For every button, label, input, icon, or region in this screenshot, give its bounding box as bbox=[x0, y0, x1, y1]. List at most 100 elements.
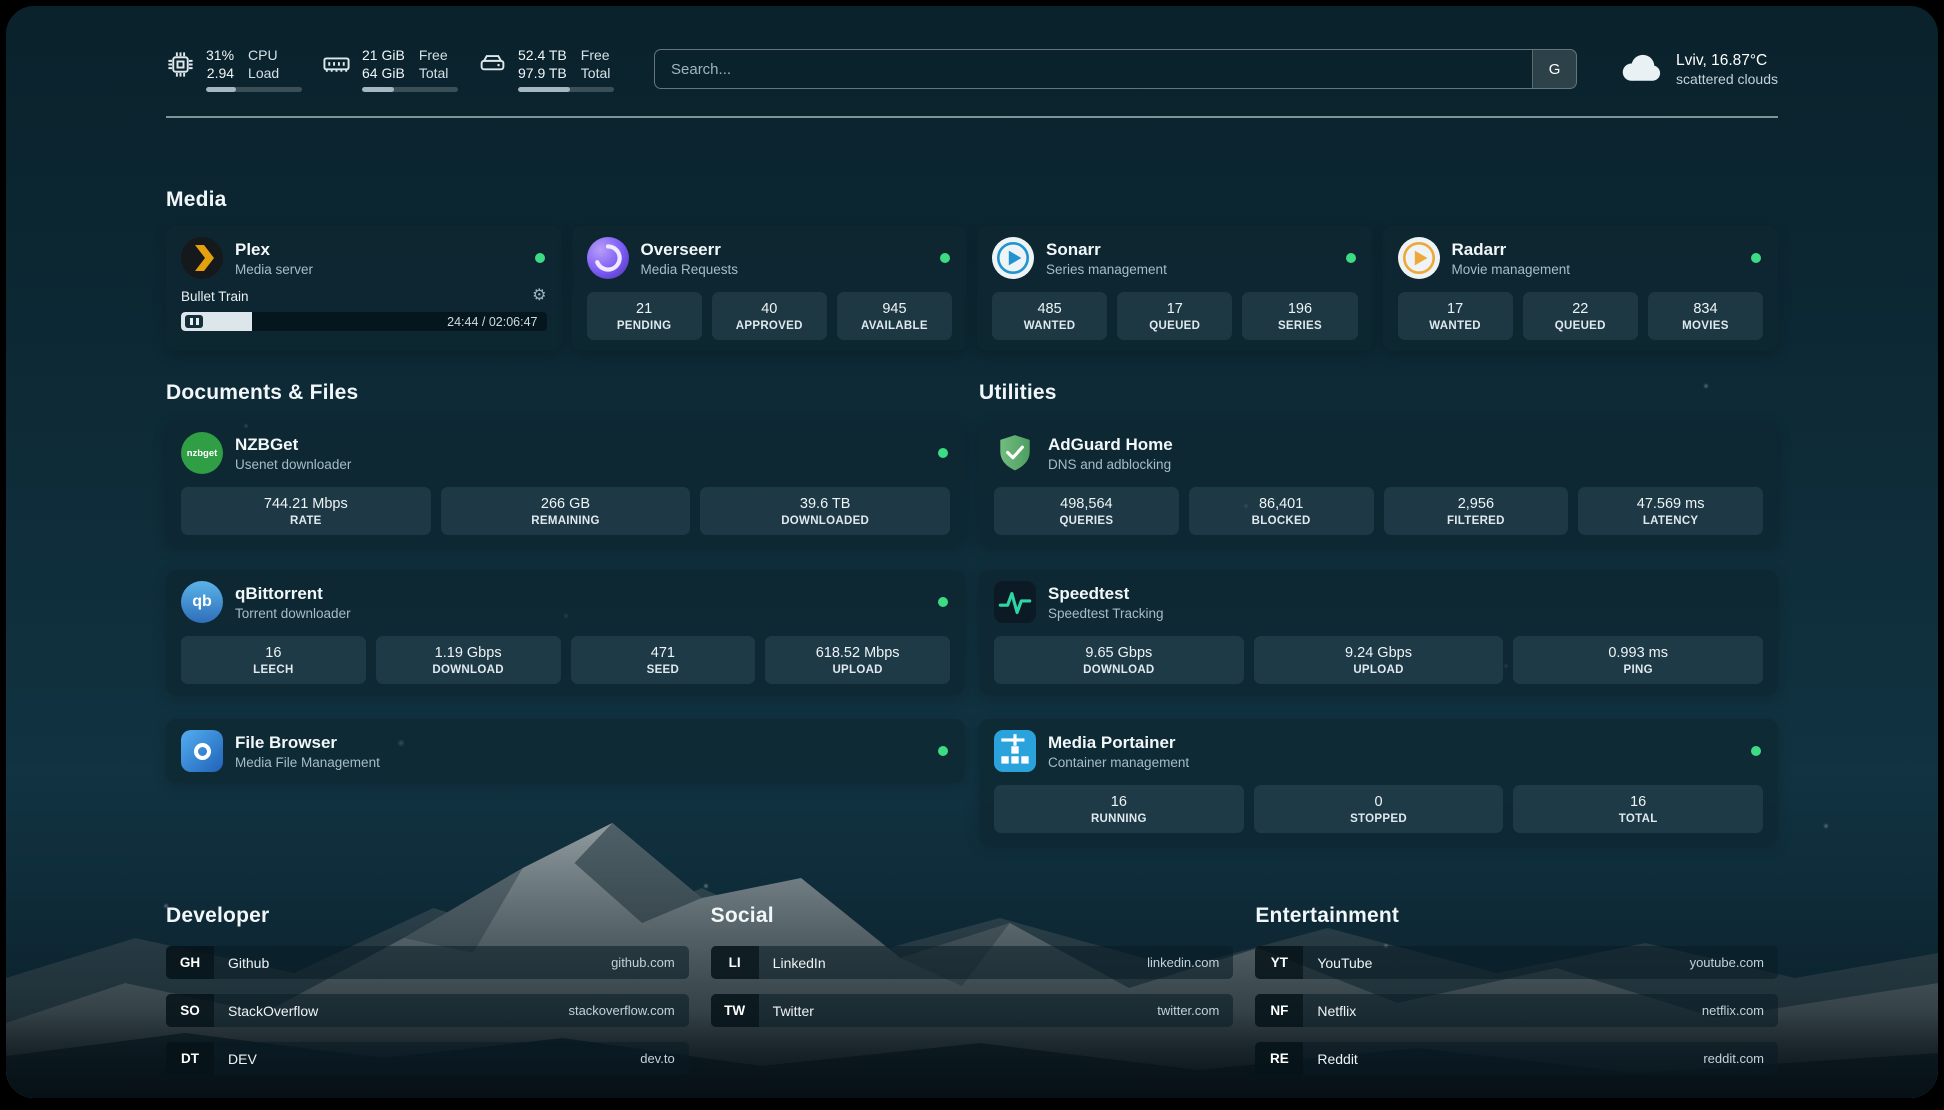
bookmark-abbr: NF bbox=[1255, 994, 1303, 1027]
stat-latency: 47.569 ms LATENCY bbox=[1578, 487, 1763, 535]
section-title-social: Social bbox=[711, 904, 1234, 928]
status-dot bbox=[535, 253, 545, 263]
stat-wanted: 17 WANTED bbox=[1398, 292, 1513, 340]
service-name: Plex bbox=[235, 240, 313, 260]
bookmark-domain: github.com bbox=[611, 955, 675, 970]
settings-gear-icon[interactable]: ⚙ bbox=[532, 288, 546, 304]
cpu-load-value: 2.94 bbox=[207, 64, 234, 82]
bookmark-linkedin[interactable]: LI LinkedIn linkedin.com bbox=[711, 946, 1234, 979]
stat-rate: 744.21 Mbps RATE bbox=[181, 487, 431, 535]
disk-progress-bar bbox=[518, 87, 614, 92]
speedtest-pulse-icon bbox=[994, 581, 1036, 623]
service-description: Media File Management bbox=[235, 755, 380, 770]
bookmark-stackoverflow[interactable]: SO StackOverflow stackoverflow.com bbox=[166, 994, 689, 1027]
stat-ping: 0.993 ms PING bbox=[1513, 636, 1763, 684]
cpu-percent: 31% bbox=[206, 46, 234, 64]
cpu-progress-bar bbox=[206, 87, 302, 92]
bookmark-abbr: SO bbox=[166, 994, 214, 1027]
service-card-sonarr[interactable]: Sonarr Series management 485 WANTED 17 Q… bbox=[977, 226, 1373, 351]
disk-monitor: 52.4 TB 97.9 TB Free Total bbox=[478, 46, 614, 92]
stat-movies: 834 MOVIES bbox=[1648, 292, 1763, 340]
dashboard-page: 31% 2.94 CPU Load bbox=[6, 6, 1938, 1098]
bookmark-domain: netflix.com bbox=[1702, 1003, 1764, 1018]
bookmark-abbr: TW bbox=[711, 994, 759, 1027]
service-name: AdGuard Home bbox=[1048, 435, 1173, 455]
service-name: Radarr bbox=[1452, 240, 1571, 260]
service-name: NZBGet bbox=[235, 435, 351, 455]
service-name: Overseerr bbox=[641, 240, 739, 260]
bookmark-name: LinkedIn bbox=[773, 955, 826, 971]
stat-downloaded: 39.6 TB DOWNLOADED bbox=[700, 487, 950, 535]
bookmark-name: Netflix bbox=[1317, 1003, 1356, 1019]
status-dot bbox=[938, 746, 948, 756]
weather-location: Lviv, 16.87°C bbox=[1676, 51, 1778, 71]
bookmark-name: Github bbox=[228, 955, 269, 971]
status-dot bbox=[938, 597, 948, 607]
system-monitors: 31% 2.94 CPU Load bbox=[166, 46, 614, 92]
stat-series: 196 SERIES bbox=[1242, 292, 1357, 340]
stat-seed: 471 SEED bbox=[571, 636, 756, 684]
memory-icon bbox=[322, 50, 351, 79]
service-name: Sonarr bbox=[1046, 240, 1167, 260]
bookmark-github[interactable]: GH Github github.com bbox=[166, 946, 689, 979]
service-card-nzbget[interactable]: nzbget NZBGet Usenet downloader 744.21 M… bbox=[166, 421, 965, 546]
nzbget-icon: nzbget bbox=[181, 432, 223, 474]
bookmark-domain: stackoverflow.com bbox=[568, 1003, 674, 1018]
radarr-icon bbox=[1398, 237, 1440, 279]
search-provider-button[interactable]: G bbox=[1532, 50, 1576, 88]
service-card-speedtest[interactable]: Speedtest Speedtest Tracking 9.65 Gbps D… bbox=[979, 570, 1778, 695]
bookmark-domain: reddit.com bbox=[1703, 1051, 1764, 1066]
stat-total: 16 TOTAL bbox=[1513, 785, 1763, 833]
search-input[interactable] bbox=[655, 50, 1532, 88]
bookmark-netflix[interactable]: NF Netflix netflix.com bbox=[1255, 994, 1778, 1027]
bookmark-twitter[interactable]: TW Twitter twitter.com bbox=[711, 994, 1234, 1027]
service-description: Series management bbox=[1046, 262, 1167, 277]
service-card-radarr[interactable]: Radarr Movie management 17 WANTED 22 QUE… bbox=[1383, 226, 1779, 351]
status-dot bbox=[1751, 253, 1761, 263]
cloud-icon bbox=[1617, 53, 1663, 85]
pause-icon[interactable] bbox=[185, 315, 203, 328]
stat-available: 945 AVAILABLE bbox=[837, 292, 952, 340]
service-card-overseerr[interactable]: Overseerr Media Requests 21 PENDING 40 A… bbox=[572, 226, 968, 351]
stat-upload: 618.52 Mbps UPLOAD bbox=[765, 636, 950, 684]
section-title-entertainment: Entertainment bbox=[1255, 904, 1778, 928]
bookmark-domain: dev.to bbox=[640, 1051, 674, 1066]
service-description: Speedtest Tracking bbox=[1048, 606, 1164, 621]
service-name: qBittorrent bbox=[235, 584, 351, 604]
service-description: Media Requests bbox=[641, 262, 739, 277]
service-card-qbittorrent[interactable]: qb qBittorrent Torrent downloader 16 LEE… bbox=[166, 570, 965, 695]
stat-filtered: 2,956 FILTERED bbox=[1384, 487, 1569, 535]
memory-free-label: Free bbox=[419, 46, 449, 64]
status-dot bbox=[938, 448, 948, 458]
stat-queued: 17 QUEUED bbox=[1117, 292, 1232, 340]
disk-free-label: Free bbox=[581, 46, 611, 64]
memory-free-value: 21 GiB bbox=[362, 46, 405, 64]
memory-total-label: Total bbox=[419, 64, 449, 82]
stat-remaining: 266 GB REMAINING bbox=[441, 487, 691, 535]
disk-total-value: 97.9 TB bbox=[518, 64, 567, 82]
adguard-shield-icon bbox=[994, 432, 1036, 474]
service-card-filebrowser[interactable]: File Browser Media File Management bbox=[166, 719, 965, 783]
bookmark-abbr: LI bbox=[711, 946, 759, 979]
memory-progress-bar bbox=[362, 87, 458, 92]
service-card-adguard[interactable]: AdGuard Home DNS and adblocking 498,564 … bbox=[979, 421, 1778, 546]
weather-widget: Lviv, 16.87°C scattered clouds bbox=[1617, 51, 1778, 87]
bookmark-reddit[interactable]: RE Reddit reddit.com bbox=[1255, 1042, 1778, 1075]
service-card-portainer[interactable]: Media Portainer Container management 16 … bbox=[979, 719, 1778, 844]
stat-approved: 40 APPROVED bbox=[712, 292, 827, 340]
bookmark-name: Twitter bbox=[773, 1003, 814, 1019]
service-card-plex[interactable]: Plex Media server Bullet Train ⚙ 24:44 /… bbox=[166, 226, 562, 351]
status-dot bbox=[1751, 746, 1761, 756]
status-dot bbox=[940, 253, 950, 263]
stat-download: 9.65 Gbps DOWNLOAD bbox=[994, 636, 1244, 684]
stat-leech: 16 LEECH bbox=[181, 636, 366, 684]
bookmark-youtube[interactable]: YT YouTube youtube.com bbox=[1255, 946, 1778, 979]
playback-progress-bar[interactable]: 24:44 / 02:06:47 bbox=[181, 312, 547, 331]
bookmark-dev[interactable]: DT DEV dev.to bbox=[166, 1042, 689, 1075]
bookmark-group-social: Social LI LinkedIn linkedin.com TW Twitt… bbox=[711, 904, 1234, 1075]
stat-running: 16 RUNNING bbox=[994, 785, 1244, 833]
header: 31% 2.94 CPU Load bbox=[166, 6, 1778, 92]
sonarr-icon bbox=[992, 237, 1034, 279]
service-description: Usenet downloader bbox=[235, 457, 351, 472]
stat-download: 1.19 Gbps DOWNLOAD bbox=[376, 636, 561, 684]
